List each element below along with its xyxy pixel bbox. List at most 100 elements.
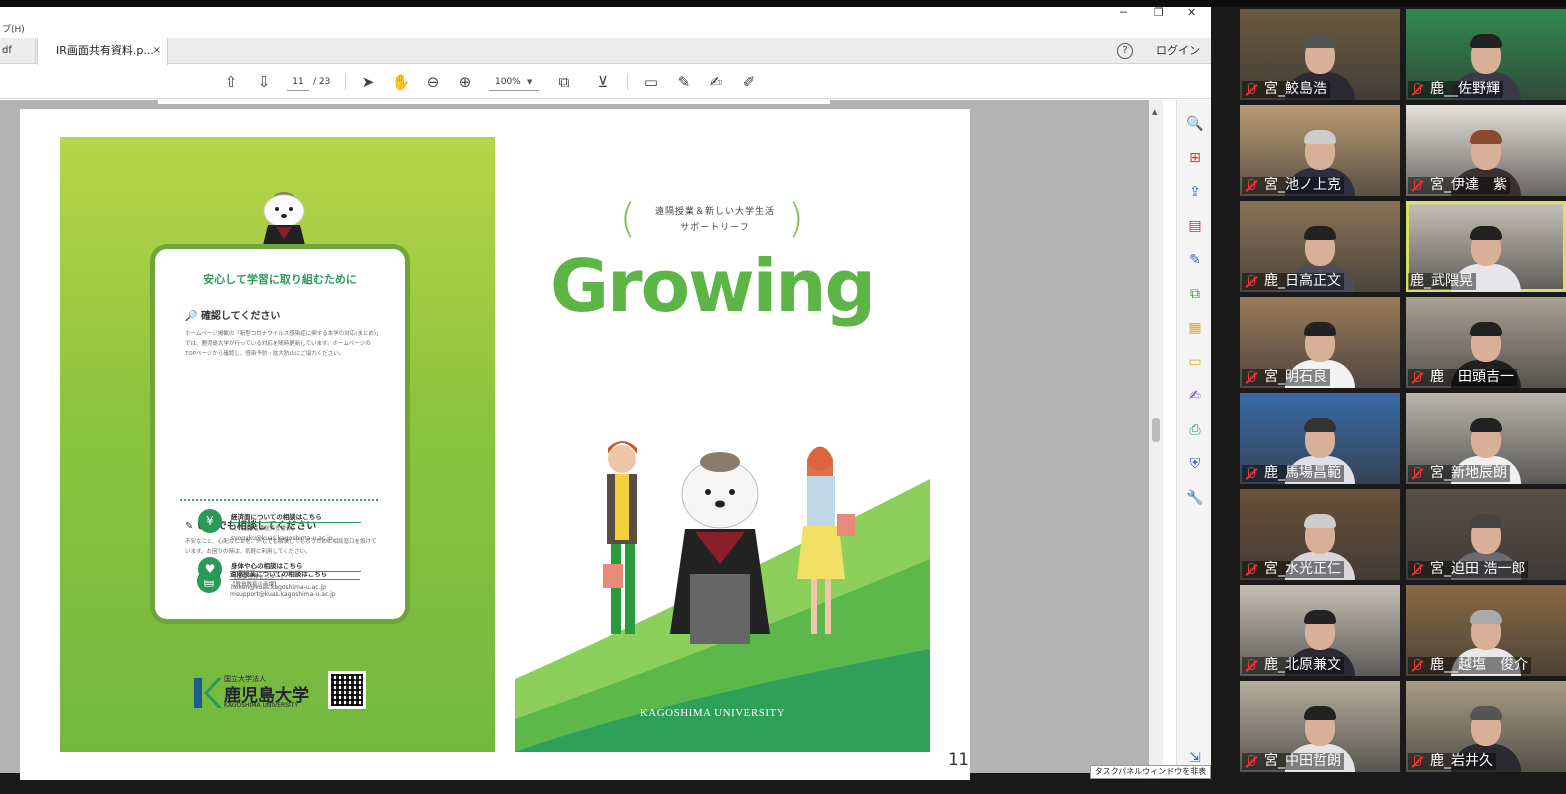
comment-panel-icon[interactable]: ▭ bbox=[1185, 352, 1205, 372]
scroll-mode-icon[interactable]: ⊻ bbox=[592, 71, 614, 93]
search-zoom-icon[interactable]: 🔍 bbox=[1185, 114, 1205, 134]
zoom-out-icon[interactable]: ⊖ bbox=[422, 71, 444, 93]
dotted-divider bbox=[180, 499, 378, 501]
contact-email[interactable]: msupport@kuas.kagoshima-u.ac.jp bbox=[230, 591, 336, 598]
participant-name-text: 鹿_武隈晃 bbox=[1410, 273, 1473, 289]
contact-title: 経済面についての相談はこちら bbox=[231, 511, 361, 523]
hand-tool-icon[interactable]: ✋ bbox=[390, 71, 412, 93]
video-tile-7[interactable]: 鹿 田頭吉一 bbox=[1406, 297, 1566, 388]
yen-icon: ¥ bbox=[198, 509, 222, 533]
video-tile-10[interactable]: 宮_水光正仁 bbox=[1240, 489, 1400, 580]
participant-hair bbox=[1470, 418, 1502, 432]
mic-muted-icon bbox=[1410, 178, 1424, 193]
document-viewer[interactable]: 安心して学習に取り組むために 🔎 確認してください ホームページ掲載の「新型コロ… bbox=[0, 100, 1163, 780]
participant-name: 鹿_馬場昌範 bbox=[1242, 465, 1344, 482]
contact-email[interactable]: syogaku@kuas.kagoshima-u.ac.jp bbox=[231, 535, 333, 542]
mic-muted-icon bbox=[1244, 658, 1258, 673]
video-tile-0[interactable]: 宮_鮫島浩 bbox=[1240, 9, 1400, 100]
combine-icon[interactable]: ⧉ bbox=[1185, 284, 1205, 304]
participant-name: 宮_新地辰朗 bbox=[1408, 465, 1510, 482]
pdf-viewer-window: ─ ❐ ✕ プ(H) df IR画面共有資料.p... × ? ログイン ⇧ ⇩… bbox=[0, 6, 1211, 788]
video-tile-active-speaker[interactable]: 鹿_武隈晃 bbox=[1406, 201, 1566, 292]
participant-name: 宮_中田哲朗 bbox=[1242, 753, 1344, 770]
video-tile-2[interactable]: 宮_池ノ上克 bbox=[1240, 105, 1400, 196]
fill-sign-icon[interactable]: ✐ bbox=[738, 71, 760, 93]
organize-pages-icon[interactable]: ▤ bbox=[1185, 216, 1205, 236]
top-edge bbox=[0, 0, 1566, 7]
participant-name: 鹿_日高正文 bbox=[1242, 273, 1344, 290]
video-tile-12[interactable]: 鹿_北原兼文 bbox=[1240, 585, 1400, 676]
participant-name-text: 鹿_岩井久 bbox=[1430, 753, 1493, 769]
more-tools-icon[interactable]: 🔧 bbox=[1185, 488, 1205, 508]
toolbar-divider bbox=[345, 74, 346, 90]
participant-name-text: 鹿_馬場昌範 bbox=[1264, 465, 1341, 481]
video-tile-13[interactable]: 鹿__越塩 俊介 bbox=[1406, 585, 1566, 676]
video-tile-15[interactable]: 鹿_岩井久 bbox=[1406, 681, 1566, 772]
scrollbar-thumb[interactable] bbox=[1152, 418, 1160, 442]
page-number-input[interactable]: 11 bbox=[287, 73, 309, 91]
participant-hair bbox=[1470, 130, 1502, 144]
participant-hair bbox=[1470, 706, 1502, 720]
participant-hair bbox=[1470, 34, 1502, 48]
close-window-button[interactable]: ✕ bbox=[1187, 6, 1196, 19]
page-fit-icon[interactable]: ⧉ bbox=[553, 71, 575, 93]
qr-code bbox=[328, 671, 366, 709]
video-tile-11[interactable]: 宮_迫田 浩一郎 bbox=[1406, 489, 1566, 580]
edit-pdf-icon[interactable]: ✎ bbox=[1185, 250, 1205, 270]
contact-email[interactable]: hoken@kuas.kagoshima-u.ac.jp bbox=[231, 584, 326, 591]
video-tile-6[interactable]: 宮_明石良 bbox=[1240, 297, 1400, 388]
video-gallery: 宮_鮫島浩 鹿__佐野輝 宮_池ノ上克 宮_伊達 紫 鹿_日高正文 鹿_武隈晃 … bbox=[1236, 8, 1566, 780]
contact-title: 身体や心の相談はこちら bbox=[231, 560, 361, 572]
minimize-button[interactable]: ─ bbox=[1120, 6, 1127, 19]
help-icon[interactable]: ? bbox=[1117, 43, 1133, 59]
select-cursor-icon[interactable]: ➤ bbox=[357, 71, 379, 93]
notice-title: 安心して学習に取り組むために bbox=[203, 273, 357, 286]
next-page-icon[interactable]: ⇩ bbox=[253, 71, 275, 93]
restore-button[interactable]: ❐ bbox=[1154, 6, 1164, 19]
chevron-down-icon[interactable]: ▼ bbox=[527, 73, 532, 91]
participant-name: 宮_明石良 bbox=[1242, 369, 1330, 386]
zoom-in-icon[interactable]: ⊕ bbox=[454, 71, 476, 93]
participant-name-text: 宮_池ノ上克 bbox=[1264, 177, 1341, 193]
section-check-heading: 🔎 確認してください bbox=[185, 311, 281, 322]
participant-hair bbox=[1304, 610, 1336, 624]
highlight-pen-icon[interactable]: ✎ bbox=[673, 71, 695, 93]
menu-help[interactable]: プ(H) bbox=[2, 25, 25, 35]
participant-name-text: 鹿__越塩 俊介 bbox=[1430, 657, 1528, 673]
fill-sign-panel-icon[interactable]: ✍ bbox=[1185, 386, 1205, 406]
video-tile-4[interactable]: 鹿_日高正文 bbox=[1240, 201, 1400, 292]
mic-muted-icon bbox=[1410, 658, 1424, 673]
tab-active-document[interactable]: IR画面共有資料.p... × bbox=[37, 38, 168, 65]
video-tile-1[interactable]: 鹿__佐野輝 bbox=[1406, 9, 1566, 100]
login-button[interactable]: ログイン bbox=[1156, 38, 1200, 64]
video-tile-3[interactable]: 宮_伊達 紫 bbox=[1406, 105, 1566, 196]
tab-close-icon[interactable]: × bbox=[153, 38, 161, 64]
mic-muted-icon bbox=[1244, 466, 1258, 481]
export-pdf-icon[interactable]: ⇪ bbox=[1185, 182, 1205, 202]
video-tile-8[interactable]: 鹿_馬場昌範 bbox=[1240, 393, 1400, 484]
protect-shield-icon[interactable]: ⛨ bbox=[1185, 454, 1205, 474]
participant-name-text: 宮_迫田 浩一郎 bbox=[1430, 561, 1526, 577]
create-pdf-icon[interactable]: ⊞ bbox=[1185, 148, 1205, 168]
participant-name-text: 鹿_北原兼文 bbox=[1264, 657, 1341, 673]
section-check-text: ホームページ掲載の「新型コロナウイルス感染症に関する本学の対応(まとめ)」では、… bbox=[185, 331, 379, 357]
previous-page-edge bbox=[158, 100, 830, 104]
tab-previous[interactable]: df bbox=[0, 38, 36, 64]
previous-page-icon[interactable]: ⇧ bbox=[220, 71, 242, 93]
participant-hair bbox=[1304, 706, 1336, 720]
participant-name: 鹿__佐野輝 bbox=[1408, 81, 1503, 98]
menu-bar: プ(H) bbox=[0, 22, 1211, 38]
video-tile-14[interactable]: 宮_中田哲朗 bbox=[1240, 681, 1400, 772]
scroll-up-icon[interactable]: ▲ bbox=[1152, 108, 1157, 116]
export-doc-icon[interactable]: ▦ bbox=[1185, 318, 1205, 338]
participant-name: 鹿 田頭吉一 bbox=[1408, 369, 1517, 386]
participant-hair bbox=[1304, 322, 1336, 336]
print-icon[interactable]: ⎙ bbox=[1185, 420, 1205, 440]
participant-name-text: 宮_新地辰朗 bbox=[1430, 465, 1507, 481]
comment-icon[interactable]: ▭ bbox=[640, 71, 662, 93]
draw-icon[interactable]: ✍ bbox=[705, 71, 727, 93]
pdf-page: 安心して学習に取り組むために 🔎 確認してください ホームページ掲載の「新型コロ… bbox=[20, 109, 970, 780]
video-tile-9[interactable]: 宮_新地辰朗 bbox=[1406, 393, 1566, 484]
participant-name-text: 宮_伊達 紫 bbox=[1430, 177, 1507, 193]
participant-hair bbox=[1470, 610, 1502, 624]
